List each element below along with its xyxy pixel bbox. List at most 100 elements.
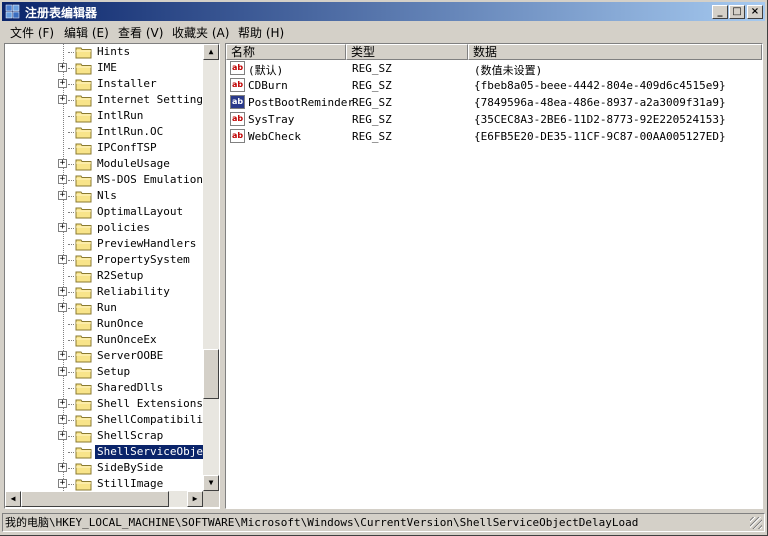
tree-item[interactable]: + Installer [5, 76, 203, 92]
tree-item[interactable]: + Run [5, 300, 203, 316]
folder-icon [75, 335, 92, 347]
expand-plus-icon[interactable]: + [58, 79, 67, 88]
string-value-icon: ab [230, 112, 245, 126]
expand-plus-icon[interactable]: + [58, 287, 67, 296]
registry-values-list[interactable]: 名称 类型 数据 ab (默认) REG_SZ (数值未设置) ab CDBurn REG_… [225, 43, 763, 509]
tree-item[interactable]: + MS-DOS Emulation [5, 172, 203, 188]
tree-item[interactable]: + policies [5, 220, 203, 236]
tree-item[interactable]: ShellServiceObject [5, 444, 203, 460]
tree-item-label: SharedDlls [97, 381, 164, 394]
status-bar: 我的电脑\HKEY_LOCAL_MACHINE\SOFTWARE\Microso… [2, 513, 765, 532]
menu-view[interactable]: 查看 (V) [114, 24, 167, 41]
horizontal-scroll-thumb[interactable] [21, 491, 169, 507]
tree-item[interactable]: IPConfTSP [5, 140, 203, 156]
scroll-left-icon[interactable]: ◀ [5, 491, 21, 507]
tree-horizontal-scrollbar[interactable]: ◀ ▶ [5, 491, 203, 507]
tree-item[interactable]: + Reliability [5, 284, 203, 300]
vertical-scroll-thumb[interactable] [203, 349, 219, 399]
tree-item[interactable]: + Internet Settings [5, 92, 203, 108]
tree-branch-line [68, 116, 74, 117]
tree-item[interactable]: RunOnceEx [5, 332, 203, 348]
string-value-icon: ab [230, 95, 245, 109]
tree-item[interactable]: PreviewHandlers [5, 236, 203, 252]
expand-plus-icon[interactable]: + [58, 175, 67, 184]
expand-plus-icon[interactable]: + [58, 223, 67, 232]
expand-plus-icon[interactable]: + [58, 159, 67, 168]
expand-plus-icon[interactable]: + [58, 415, 67, 424]
tree-item[interactable]: + IME [5, 60, 203, 76]
close-button[interactable]: × [747, 5, 763, 19]
menu-favorites[interactable]: 收藏夹 (A) [168, 24, 233, 41]
value-row[interactable]: ab PostBootReminder REG_SZ {7849596a-48ea-4… [226, 94, 762, 111]
scroll-down-icon[interactable]: ▼ [203, 475, 219, 491]
tree-item[interactable]: + ShellCompatibility [5, 412, 203, 428]
column-header-data[interactable]: 数据 [468, 44, 762, 60]
tree-branch-line [68, 484, 74, 485]
title-bar[interactable]: 注册表编辑器 _ □ × [2, 2, 765, 21]
expand-plus-icon[interactable]: + [58, 95, 67, 104]
tree-item[interactable]: + StillImage [5, 476, 203, 491]
tree-item[interactable]: IntlRun.OC [5, 124, 203, 140]
expand-plus-icon[interactable]: + [58, 367, 67, 376]
menu-help[interactable]: 帮助 (H) [234, 24, 288, 41]
tree-item-label: PropertySystem [97, 253, 190, 266]
tree-item-label: R2Setup [97, 269, 144, 282]
tree-item[interactable]: + ShellScrap [5, 428, 203, 444]
expand-plus-icon[interactable]: + [58, 255, 67, 264]
folder-icon [75, 415, 92, 427]
tree-vertical-scrollbar[interactable]: ▲ ▼ [203, 44, 219, 491]
tree-viewport[interactable]: Hints + IME + Installer + Internet Settings Int… [5, 44, 203, 491]
value-row[interactable]: ab (默认) REG_SZ (数值未设置) [226, 60, 762, 77]
tree-item[interactable]: Hints [5, 44, 203, 60]
folder-icon [75, 479, 92, 491]
tree-item-label: Shell Extensions [97, 397, 203, 410]
tree-branch-line [68, 388, 74, 389]
tree-item[interactable]: + Setup [5, 364, 203, 380]
value-row[interactable]: ab WebCheck REG_SZ {E6FB5E20-DE35-11CF-9C87… [226, 128, 762, 145]
tree-item[interactable]: + ServerOOBE [5, 348, 203, 364]
status-key-path: 我的电脑\HKEY_LOCAL_MACHINE\SOFTWARE\Microso… [5, 516, 639, 529]
tree-item-label: IntlRun [97, 109, 144, 122]
expand-plus-icon[interactable]: + [58, 191, 67, 200]
tree-branch-line [68, 164, 74, 165]
menu-file[interactable]: 文件 (F) [6, 24, 58, 41]
minimize-button[interactable]: _ [712, 5, 728, 19]
expand-plus-icon[interactable]: + [58, 479, 67, 488]
tree-item[interactable]: + SideBySide [5, 460, 203, 476]
folder-icon [75, 95, 92, 107]
expand-plus-icon[interactable]: + [58, 351, 67, 360]
maximize-button[interactable]: □ [729, 5, 745, 19]
expand-plus-icon[interactable]: + [58, 303, 67, 312]
tree-item[interactable]: SharedDlls [5, 380, 203, 396]
resize-grip-icon[interactable] [750, 517, 762, 529]
registry-key-tree[interactable]: Hints + IME + Installer + Internet Settings Int… [4, 43, 220, 509]
tree-branch-line [68, 452, 74, 453]
scroll-up-icon[interactable]: ▲ [203, 44, 219, 60]
expand-plus-icon[interactable]: + [58, 63, 67, 72]
value-row[interactable]: ab CDBurn REG_SZ {fbeb8a05-beee-4442-804e-4… [226, 77, 762, 94]
scroll-right-icon[interactable]: ▶ [187, 491, 203, 507]
tree-item[interactable]: IntlRun [5, 108, 203, 124]
tree-item[interactable]: + PropertySystem [5, 252, 203, 268]
expand-plus-icon[interactable]: + [58, 431, 67, 440]
column-header-type[interactable]: 类型 [346, 44, 468, 60]
value-row[interactable]: ab SysTray REG_SZ {35CEC8A3-2BE6-11D2-8773-… [226, 111, 762, 128]
tree-item-label: ServerOOBE [97, 349, 164, 362]
menu-edit[interactable]: 编辑 (E) [60, 24, 113, 41]
expand-plus-icon[interactable]: + [58, 399, 67, 408]
tree-item[interactable]: + Shell Extensions [5, 396, 203, 412]
column-header-name[interactable]: 名称 [226, 44, 346, 60]
folder-icon [75, 63, 92, 75]
tree-branch-line [68, 340, 74, 341]
tree-item-label: ModuleUsage [97, 157, 170, 170]
tree-item[interactable]: + ModuleUsage [5, 156, 203, 172]
tree-item-label: SideBySide [97, 461, 164, 474]
tree-item[interactable]: R2Setup [5, 268, 203, 284]
tree-item-label: Reliability [97, 285, 170, 298]
tree-item[interactable]: + Nls [5, 188, 203, 204]
expand-plus-icon[interactable]: + [58, 463, 67, 472]
tree-item-label: IPConfTSP [97, 141, 157, 154]
tree-item[interactable]: OptimalLayout [5, 204, 203, 220]
folder-icon [75, 383, 92, 395]
tree-item[interactable]: RunOnce [5, 316, 203, 332]
